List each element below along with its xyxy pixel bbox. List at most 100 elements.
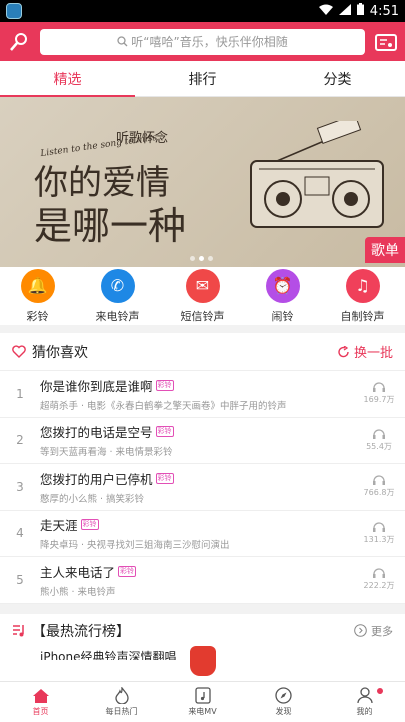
top-header: 听“嘻哈”音乐，快乐伴你相随	[0, 22, 405, 61]
flame-icon	[114, 687, 129, 704]
listen-count: 766.8万	[363, 475, 395, 498]
play-count: 222.2万	[363, 581, 395, 591]
category-label: 闹铃	[271, 309, 294, 323]
music-note-icon	[13, 625, 24, 637]
refresh-icon	[338, 345, 349, 357]
chevron-right-circle-icon	[354, 624, 367, 637]
section-divider	[0, 603, 405, 614]
song-subtitle: 超萌杀手 · 电影《永春白鹤拳之擎天画卷》中胖子用的铃声	[40, 400, 287, 412]
song-subtitle: 熊小熊 · 来电铃声	[40, 586, 116, 598]
category-label: 来电铃声	[95, 309, 140, 323]
playlist-icon	[375, 33, 397, 51]
song-name: 你是谁你到底是谁啊	[40, 378, 153, 394]
category-label: 自制铃声	[340, 309, 385, 323]
headphones-icon	[373, 429, 385, 439]
category-call-ringtone[interactable]: ✆ 来电铃声	[95, 268, 140, 324]
category-sms-ringtone[interactable]: ✉ 短信铃声	[181, 268, 225, 324]
banner-pager	[190, 256, 213, 261]
alarm-clock-icon: ⏰	[265, 268, 300, 303]
app-notification-icon	[6, 3, 22, 19]
listen-count: 169.7万	[363, 382, 395, 405]
song-name: 主人来电话了	[40, 564, 116, 580]
category-alarm[interactable]: ⏰ 闹铃	[265, 268, 300, 324]
song-row[interactable]: 4 走天涯 彩铃 降央卓玛 · 央视寻找刘三姐海南三沙慰问演出 131.3万	[0, 511, 405, 557]
mascot-floating-button[interactable]	[190, 646, 216, 676]
search-icon	[117, 36, 128, 47]
bell-icon: 🔔	[20, 268, 55, 303]
song-index: 5	[16, 572, 24, 587]
song-row[interactable]: 5 主人来电话了 彩铃 熊小熊 · 来电铃声 222.2万	[0, 557, 405, 604]
nav-label: 我的	[356, 707, 373, 716]
music-add-icon: ♫	[345, 268, 380, 303]
pager-dot	[190, 256, 195, 261]
listen-count: 222.2万	[363, 568, 395, 591]
home-icon	[32, 688, 49, 703]
playlist-button[interactable]	[373, 29, 399, 55]
category-label: 彩铃	[26, 309, 49, 323]
listen-count: 131.3万	[363, 522, 395, 545]
play-count: 766.8万	[363, 488, 395, 498]
nav-home[interactable]: 首页	[0, 682, 81, 722]
headphones-icon	[373, 382, 385, 393]
song-name: 您拨打的用户已停机	[40, 471, 153, 487]
song-row[interactable]: 2 您拨打的电话是空号 彩铃 等到天蓝再看海 · 来电情景彩铃 55.4万	[0, 418, 405, 464]
video-music-icon	[194, 687, 211, 704]
guess-section-header: 猜你喜欢 换一批	[0, 333, 405, 371]
wifi-icon	[318, 4, 333, 19]
heart-icon	[12, 345, 26, 358]
main-tabs: 精选 排行 分类	[0, 61, 405, 97]
hot-chart-header: 【最热流行榜】 更多	[0, 614, 405, 648]
more-button[interactable]: 更多	[354, 623, 393, 639]
search-input[interactable]: 听“嘻哈”音乐，快乐伴你相随	[40, 28, 365, 55]
song-name: 走天涯	[40, 518, 78, 534]
song-name: 您拨打的电话是空号	[40, 425, 153, 441]
promo-banner[interactable]: 听歌怀念 Listen to the song to miss 你的爱情 是哪一…	[0, 97, 405, 267]
nav-call-mv[interactable]: 来电MV	[162, 682, 243, 722]
status-time: 4:51	[369, 3, 399, 19]
tab-category[interactable]: 分类	[270, 61, 405, 96]
song-subtitle: 等到天蓝再看海 · 来电情景彩铃	[40, 447, 173, 459]
ringback-badge: 彩铃	[155, 472, 174, 484]
song-index: 1	[16, 386, 24, 401]
song-list: 1 你是谁你到底是谁啊 彩铃 超萌杀手 · 电影《永春白鹤拳之擎天画卷》中胖子用的…	[0, 371, 405, 604]
category-ringback[interactable]: 🔔 彩铃	[20, 268, 55, 324]
status-bar: 4:51	[0, 0, 405, 22]
nav-discover[interactable]: 发现	[243, 682, 324, 722]
play-count: 131.3万	[363, 534, 395, 544]
ringback-badge: 彩铃	[118, 565, 137, 577]
pager-dot	[208, 256, 213, 261]
tab-featured[interactable]: 精选	[0, 61, 135, 97]
hot-chart-title: 【最热流行榜】	[32, 623, 130, 640]
more-label: 更多	[371, 624, 393, 638]
listen-count: 55.4万	[363, 429, 395, 452]
phone-icon: ✆	[100, 268, 135, 303]
song-index: 2	[16, 433, 24, 448]
message-icon: ✉	[185, 268, 220, 303]
song-row[interactable]: 3 您拨打的用户已停机 彩铃 憨厚的小么熊 · 搞笑彩铃 766.8万	[0, 464, 405, 511]
pager-dot-active	[199, 256, 204, 261]
nav-me[interactable]: 我的	[324, 682, 405, 722]
user-icon	[356, 687, 373, 704]
refresh-button[interactable]: 换一批	[337, 342, 393, 361]
voice-search-button[interactable]	[6, 29, 32, 55]
nav-label: 来电MV	[188, 707, 217, 716]
song-index: 3	[16, 479, 24, 494]
song-index: 4	[16, 526, 24, 541]
category-custom-ringtone[interactable]: ♫ 自制铃声	[340, 268, 385, 324]
headphones-icon	[373, 522, 385, 532]
ringback-badge: 彩铃	[80, 519, 99, 531]
tab-ranking[interactable]: 排行	[135, 61, 270, 96]
category-shortcuts: 🔔 彩铃 ✆ 来电铃声 ✉ 短信铃声 ⏰ 闹铃 ♫ 自制铃声	[0, 267, 405, 333]
play-count: 55.4万	[366, 441, 392, 451]
banner-title-line2: 是哪一种	[34, 204, 187, 248]
bottom-navigation: 首页 每日热门 来电MV 发现 我的	[0, 681, 405, 722]
refresh-label: 换一批	[353, 346, 393, 361]
headphones-icon	[373, 475, 385, 486]
song-row[interactable]: 1 你是谁你到底是谁啊 彩铃 超萌杀手 · 电影《永春白鹤拳之擎天画卷》中胖子用的…	[0, 371, 405, 418]
banner-playlist-tag: 歌单	[365, 237, 405, 263]
battery-icon	[356, 3, 364, 19]
notification-dot	[377, 688, 383, 694]
nav-daily-hot[interactable]: 每日热门	[81, 682, 162, 722]
ringback-badge: 彩铃	[155, 379, 174, 391]
microphone-icon	[10, 32, 27, 51]
